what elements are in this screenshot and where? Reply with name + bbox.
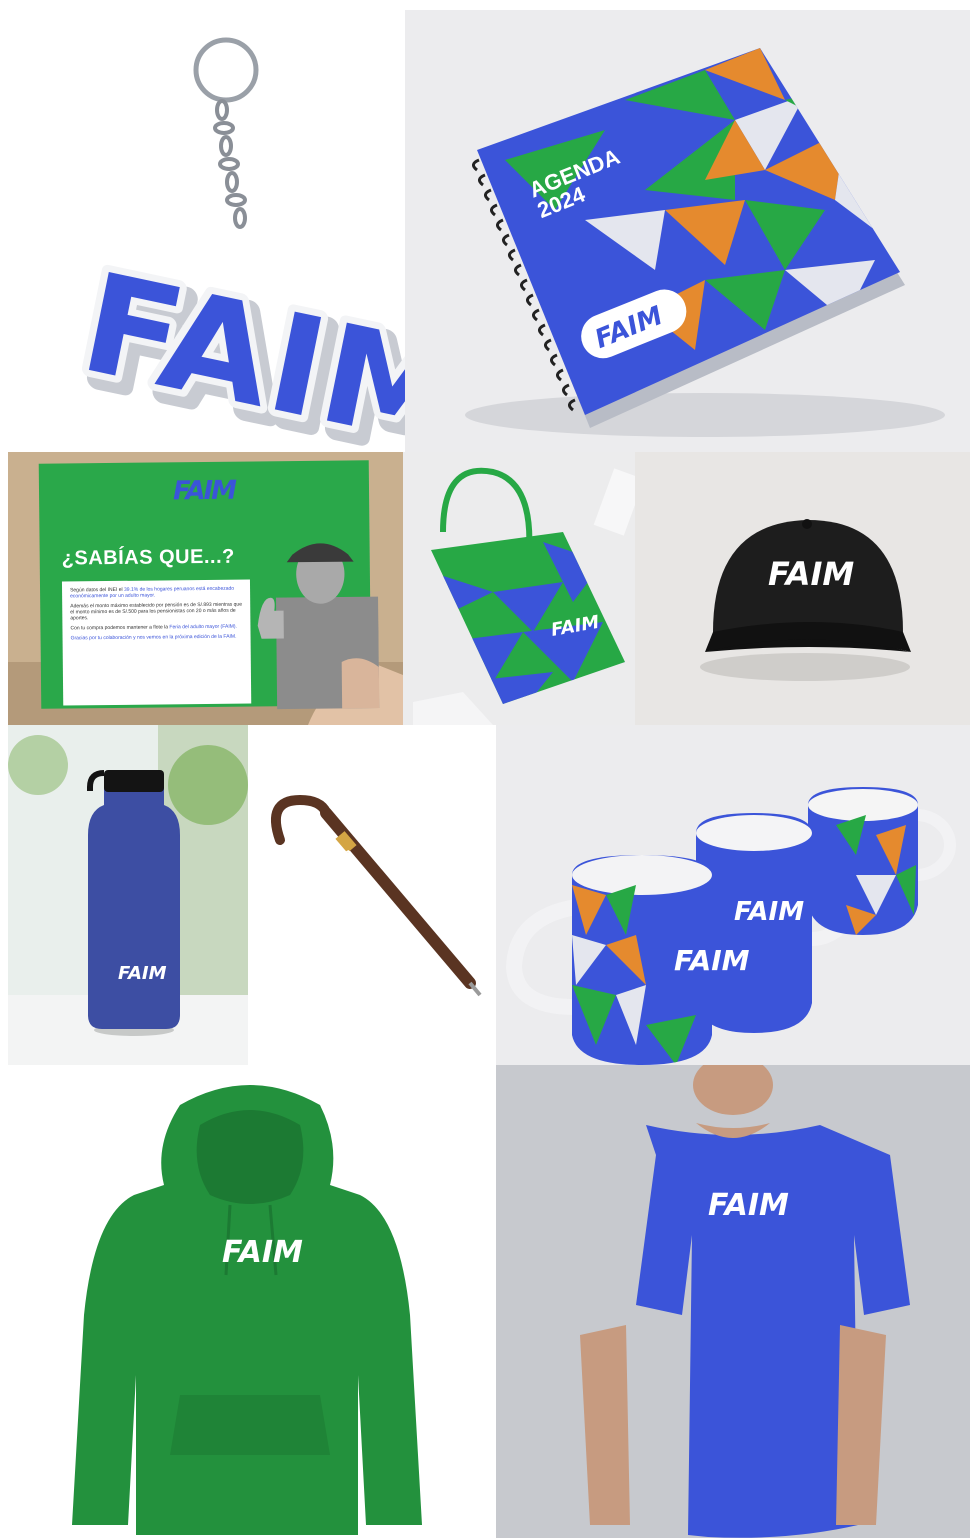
flyer-text: Con tu compra podemos mantener a flote l… bbox=[70, 624, 170, 632]
tshirt-illustration: FAIM bbox=[496, 1065, 970, 1538]
cap-mockup: FAIM bbox=[635, 452, 970, 725]
flyer-text: Además el monto máximo establecido por p… bbox=[70, 601, 243, 622]
flyer-logo: FAIM bbox=[172, 475, 236, 507]
mug-logo-center: FAIM bbox=[734, 897, 804, 927]
mugs-illustration: FAIM FAIM bbox=[505, 787, 956, 1065]
mugs-mockup: FAIM FAIM bbox=[496, 725, 970, 1065]
tshirt-mockup: FAIM bbox=[496, 1065, 970, 1538]
pen-mockup: FAIM bbox=[248, 725, 496, 1065]
flyer-highlight: Feria del adulto mayor (FAIM). bbox=[169, 623, 237, 631]
flyer-text-box: Según datos del INEI el 39.1% de los hog… bbox=[61, 579, 252, 706]
keychain-illustration: FAIM FAIM bbox=[79, 37, 405, 452]
hoodie-illustration: FAIM bbox=[72, 1085, 422, 1535]
pen-illustration: FAIM bbox=[271, 794, 482, 997]
elderly-man-photo bbox=[257, 543, 380, 710]
cap-logo: FAIM bbox=[768, 555, 854, 593]
keychain-mockup: FAIM FAIM bbox=[0, 0, 405, 452]
hoodie-logo: FAIM bbox=[222, 1235, 303, 1270]
flyer-paragraph: Además el monto máximo establecido por p… bbox=[70, 602, 242, 622]
tote-bag-mockup: FAIM bbox=[403, 452, 635, 725]
flyer-card: FAIM ¿SABÍAS QUE...? Según datos del INE… bbox=[38, 460, 380, 710]
agenda-illustration: AGENDA 2024 FAIM bbox=[465, 48, 945, 437]
flyer-mockup: FAIM ¿SABÍAS QUE...? Según datos del INE… bbox=[8, 452, 403, 725]
flyer-paragraph: Según datos del INEI el 39.1% de los hog… bbox=[70, 586, 242, 600]
cap-illustration: FAIM bbox=[700, 519, 911, 681]
water-bottle-illustration: FAIM bbox=[8, 725, 248, 1065]
flyer-paragraph: Con tu compra podemos mantener a flote l… bbox=[70, 624, 242, 632]
agenda-mockup: AGENDA 2024 FAIM bbox=[405, 10, 970, 452]
flyer-heading: ¿SABÍAS QUE...? bbox=[61, 545, 235, 570]
flyer-highlight: Gracias por tu colaboración y nos vemos … bbox=[70, 633, 237, 642]
tote-bag-illustration: FAIM bbox=[413, 467, 635, 725]
flyer-paragraph: Gracias por tu colaboración y nos vemos … bbox=[71, 634, 243, 642]
tshirt-logo: FAIM bbox=[708, 1188, 789, 1223]
water-bottle-mockup: FAIM bbox=[8, 725, 248, 1065]
mug-logo-front: FAIM bbox=[674, 944, 750, 977]
hoodie-mockup: FAIM bbox=[0, 1065, 496, 1538]
bottle-logo: FAIM bbox=[118, 963, 167, 984]
